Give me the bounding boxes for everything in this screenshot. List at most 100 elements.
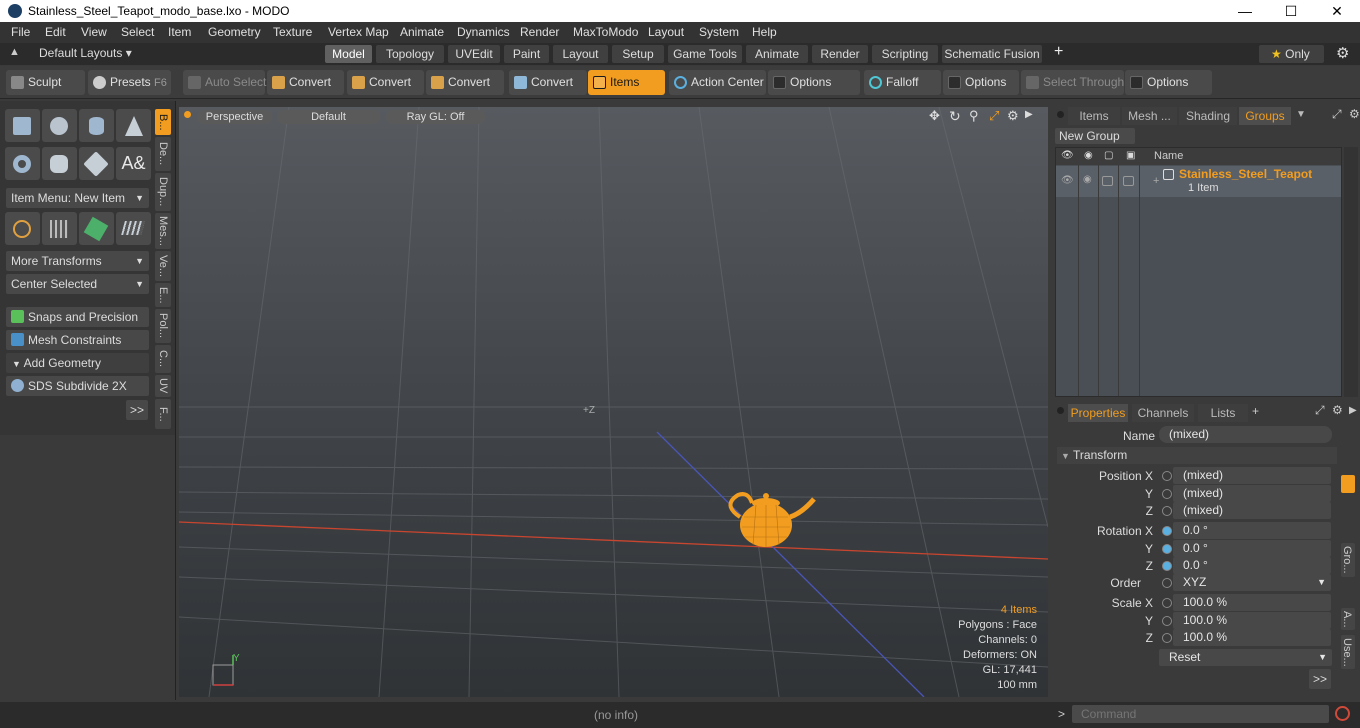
menu-animate[interactable]: Animate <box>400 22 444 43</box>
tab-mesh[interactable]: Mesh ... <box>1122 107 1177 125</box>
zoom-icon[interactable]: ⚲ <box>969 108 979 124</box>
tab-uvedit[interactable]: UVEdit <box>448 45 500 63</box>
select-box-icon[interactable]: ▣ <box>1126 150 1135 161</box>
more-transforms-dropdown[interactable]: More Transforms ▼ <box>6 251 149 271</box>
cube-primitive-icon[interactable] <box>5 109 40 142</box>
scale-x-field[interactable]: 100.0 % <box>1173 594 1331 611</box>
menu-view[interactable]: View <box>81 22 107 43</box>
rotate-icon[interactable]: ↻ <box>949 108 961 125</box>
maximize-button[interactable]: ☐ <box>1268 0 1314 22</box>
options-button-2[interactable]: Options <box>943 70 1019 95</box>
vtab-curve[interactable]: C... <box>155 345 171 373</box>
maximize-panel-icon[interactable]: ⤢ <box>1315 403 1325 418</box>
tab-groups[interactable]: Groups <box>1239 107 1291 125</box>
menu-help[interactable]: Help <box>752 22 777 43</box>
menu-maxtomodo[interactable]: MaxToModo <box>573 22 638 43</box>
order-key-icon[interactable] <box>1162 578 1172 588</box>
presets-button[interactable]: Presets F6 <box>88 70 171 95</box>
tab-render[interactable]: Render <box>812 45 868 63</box>
sphere-primitive-icon[interactable] <box>42 109 77 142</box>
position-y-key-icon[interactable] <box>1162 489 1172 499</box>
mesh-constraints-button[interactable]: Mesh Constraints <box>6 330 149 350</box>
collapse-arrow-icon[interactable]: ▲ <box>9 46 20 58</box>
rotation-z-field[interactable]: 0.0 ° <box>1173 557 1331 574</box>
snaps-precision-button[interactable]: Snaps and Precision <box>6 307 149 327</box>
sculpt-button[interactable]: Sculpt <box>6 70 85 95</box>
pan-icon[interactable]: ✥ <box>929 108 940 124</box>
position-y-field[interactable]: (mixed) <box>1173 485 1331 502</box>
groups-scrollbar[interactable] <box>1344 147 1358 397</box>
perspective-button[interactable]: Perspective <box>197 110 272 124</box>
viewport-settings-icon[interactable]: ⚙ <box>1007 108 1019 124</box>
tab-layout[interactable]: Layout <box>553 45 608 63</box>
fit-view-icon[interactable]: ⤢ <box>989 108 999 124</box>
menu-vertex-map[interactable]: Vertex Map <box>328 22 389 43</box>
row-lock-checkbox[interactable] <box>1102 176 1113 186</box>
convert-button-2[interactable]: Convert <box>347 70 424 95</box>
vtab-vertex[interactable]: Ve... <box>155 251 171 281</box>
row-select-checkbox[interactable] <box>1123 176 1134 186</box>
add-geometry-section[interactable]: ▼ Add Geometry <box>6 353 149 373</box>
cone-primitive-icon[interactable] <box>116 109 151 142</box>
capsule-primitive-icon[interactable] <box>42 147 77 180</box>
teapot-model[interactable] <box>728 492 816 547</box>
tab-scripting[interactable]: Scripting <box>872 45 938 63</box>
vtab-fusion[interactable]: F... <box>155 399 171 429</box>
side-tab-a[interactable]: A... <box>1341 608 1355 630</box>
panel-settings-icon[interactable]: ⚙ <box>1332 403 1343 417</box>
expand-arrow-icon[interactable]: ▶ <box>1025 109 1033 120</box>
side-tab-active[interactable] <box>1341 475 1355 493</box>
row-render-icon[interactable]: ◉ <box>1083 174 1092 185</box>
viewport-menu-dot-icon[interactable] <box>184 111 191 118</box>
rotation-x-field[interactable]: 0.0 ° <box>1173 522 1331 539</box>
menu-texture[interactable]: Texture <box>273 22 312 43</box>
tab-properties[interactable]: Properties <box>1068 404 1128 422</box>
panel-expand-icon[interactable]: ▶ <box>1349 405 1357 416</box>
vtab-basic[interactable]: B... <box>155 109 171 135</box>
vtab-uv[interactable]: UV <box>155 375 171 397</box>
plane-mesh-icon[interactable] <box>116 212 151 245</box>
minimize-button[interactable]: — <box>1222 0 1268 22</box>
text-tool-icon[interactable]: A& <box>116 147 151 180</box>
transform-gizmo-icon[interactable] <box>5 212 40 245</box>
panel-menu-dot-icon[interactable] <box>1057 407 1064 414</box>
falloff-button[interactable]: Falloff <box>864 70 941 95</box>
raygl-button[interactable]: Ray GL: Off <box>386 110 485 124</box>
items-mode-button[interactable]: Items <box>588 70 665 95</box>
action-center-button[interactable]: Action Center <box>669 70 766 95</box>
tab-topology[interactable]: Topology <box>376 45 444 63</box>
item-menu-dropdown[interactable]: Item Menu: New Item ▼ <box>6 188 149 208</box>
add-tab-button[interactable]: + <box>1054 43 1063 61</box>
name-field[interactable]: (mixed) <box>1159 426 1332 443</box>
3d-viewport[interactable]: Perspective Default Ray GL: Off ✥ ↻ ⚲ ⤢ … <box>179 107 1048 697</box>
vtab-mesh-edit[interactable]: Mes... <box>155 213 171 249</box>
only-button[interactable]: ★ Only <box>1259 45 1324 63</box>
panel-menu-dot-icon[interactable] <box>1057 111 1064 118</box>
vtab-deform[interactable]: De... <box>155 137 171 171</box>
cylinder-primitive-icon[interactable] <box>79 109 114 142</box>
scale-z-field[interactable]: 100.0 % <box>1173 629 1331 646</box>
lock-box-icon[interactable]: ▢ <box>1104 150 1113 161</box>
shading-default-button[interactable]: Default <box>277 110 380 124</box>
center-selected-dropdown[interactable]: Center Selected ▼ <box>6 274 149 294</box>
close-button[interactable]: ✕ <box>1314 0 1360 22</box>
position-x-key-icon[interactable] <box>1162 471 1172 481</box>
menu-select[interactable]: Select <box>121 22 154 43</box>
options-button-3[interactable]: Options <box>1125 70 1212 95</box>
grid-icon[interactable] <box>42 212 77 245</box>
menu-file[interactable]: File <box>11 22 30 43</box>
more-properties-button[interactable]: >> <box>1309 669 1331 689</box>
convert-button-1[interactable]: Convert <box>267 70 344 95</box>
menu-layout[interactable]: Layout <box>648 22 684 43</box>
scale-y-field[interactable]: 100.0 % <box>1173 612 1331 629</box>
command-input[interactable] <box>1072 705 1329 723</box>
scale-z-key-icon[interactable] <box>1162 633 1172 643</box>
tab-items[interactable]: Items <box>1068 107 1120 125</box>
side-tab-groups[interactable]: Gro... <box>1341 543 1355 577</box>
menu-geometry[interactable]: Geometry <box>208 22 261 43</box>
menu-render[interactable]: Render <box>520 22 559 43</box>
tab-animate[interactable]: Animate <box>746 45 808 63</box>
rotation-z-key-icon[interactable] <box>1162 561 1172 571</box>
tab-game-tools[interactable]: Game Tools <box>668 45 742 63</box>
default-layouts-dropdown[interactable]: Default Layouts ▾ <box>39 46 132 60</box>
